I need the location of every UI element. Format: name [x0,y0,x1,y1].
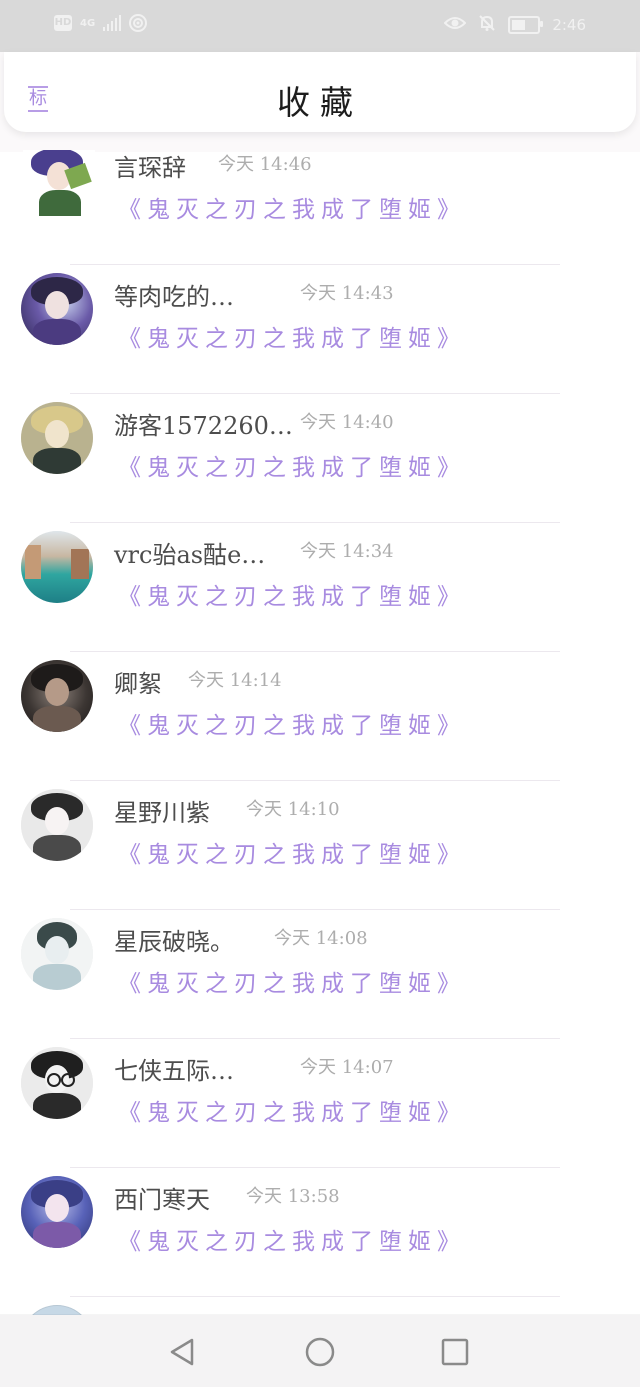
favorites-list: 言琛辞 今天 14:46 《鬼灭之刃之我成了堕姬》 等肉吃的… 今天 14:43… [0,150,640,1315]
user-avatar[interactable] [21,1176,93,1248]
timestamp: 今天 14:07 [300,1057,394,1078]
header: 标 收藏 [0,52,640,152]
user-name: 游客1572260… [114,412,293,440]
timestamp: 今天 14:34 [300,541,394,562]
system-nav-bar [0,1315,640,1387]
wifi-icon [129,14,148,32]
status-left: HD 4G [54,14,148,32]
list-item[interactable]: 星野川紫 今天 14:10 《鬼灭之刃之我成了堕姬》 [0,781,640,910]
status-bar: HD 4G 2:46 [0,0,640,52]
user-name: 卿絮 [114,670,162,698]
hd-badge: HD [54,15,72,31]
book-title[interactable]: 《鬼灭之刃之我成了堕姬》 [118,706,466,740]
recents-icon[interactable] [438,1335,472,1369]
user-avatar[interactable] [21,1047,93,1119]
list-item[interactable]: 七侠五际… 今天 14:07 《鬼灭之刃之我成了堕姬》 [0,1039,640,1168]
list-item[interactable]: 等肉吃的… 今天 14:43 《鬼灭之刃之我成了堕姬》 [0,265,640,394]
list-item[interactable]: 星辰破晓。 今天 14:08 《鬼灭之刃之我成了堕姬》 [0,910,640,1039]
book-title[interactable]: 《鬼灭之刃之我成了堕姬》 [118,1222,466,1256]
bell-off-icon [478,14,496,36]
user-name: 七侠五际… [114,1057,234,1085]
status-time: 2:46 [552,16,586,34]
book-title[interactable]: 《鬼灭之刃之我成了堕姬》 [118,964,466,998]
list-item[interactable]: 西门寒天 今天 13:58 《鬼灭之刃之我成了堕姬》 [0,1168,640,1297]
page-title: 收藏 [277,83,363,122]
home-icon[interactable] [303,1335,337,1369]
user-avatar[interactable] [21,273,93,345]
user-name: 星辰破晓。 [114,928,234,956]
user-avatar[interactable] [21,531,93,603]
timestamp: 今天 14:10 [246,799,340,820]
timestamp: 今天 13:58 [246,1186,340,1207]
status-right: 2:46 [443,14,586,36]
timestamp: 今天 14:40 [300,412,394,433]
list-item[interactable] [0,1297,640,1315]
user-name: 言琛辞 [114,154,186,182]
user-avatar[interactable] [21,660,93,732]
header-card: 标 收藏 [4,52,636,132]
user-avatar[interactable] [23,150,95,216]
list-item[interactable]: vrc骀as酤e… 今天 14:34 《鬼灭之刃之我成了堕姬》 [0,523,640,652]
timestamp: 今天 14:46 [218,154,312,175]
user-name: vrc骀as酤e… [114,541,266,569]
book-title[interactable]: 《鬼灭之刃之我成了堕姬》 [118,190,466,224]
user-avatar[interactable] [21,402,93,474]
battery-icon [508,16,544,34]
user-name: 等肉吃的… [114,283,234,311]
book-title[interactable]: 《鬼灭之刃之我成了堕姬》 [118,1093,466,1127]
timestamp: 今天 14:43 [300,283,394,304]
back-icon[interactable] [166,1335,200,1369]
signal-icon [103,15,122,31]
list-item[interactable]: 言琛辞 今天 14:46 《鬼灭之刃之我成了堕姬》 [0,150,640,265]
user-avatar[interactable] [21,918,93,990]
book-title[interactable]: 《鬼灭之刃之我成了堕姬》 [118,319,466,353]
user-avatar[interactable] [21,789,93,861]
book-title[interactable]: 《鬼灭之刃之我成了堕姬》 [118,835,466,869]
user-avatar[interactable] [21,1305,93,1315]
list-item[interactable]: 游客1572260… 今天 14:40 《鬼灭之刃之我成了堕姬》 [0,394,640,523]
timestamp: 今天 14:08 [274,928,368,949]
list-item[interactable]: 卿絮 今天 14:14 《鬼灭之刃之我成了堕姬》 [0,652,640,781]
timestamp: 今天 14:14 [188,670,282,691]
book-title[interactable]: 《鬼灭之刃之我成了堕姬》 [118,577,466,611]
user-name: 西门寒天 [114,1186,210,1214]
book-title[interactable]: 《鬼灭之刃之我成了堕姬》 [118,448,466,482]
network-label: 4G [80,17,96,29]
eye-icon [443,15,467,35]
user-name: 星野川紫 [114,799,210,827]
